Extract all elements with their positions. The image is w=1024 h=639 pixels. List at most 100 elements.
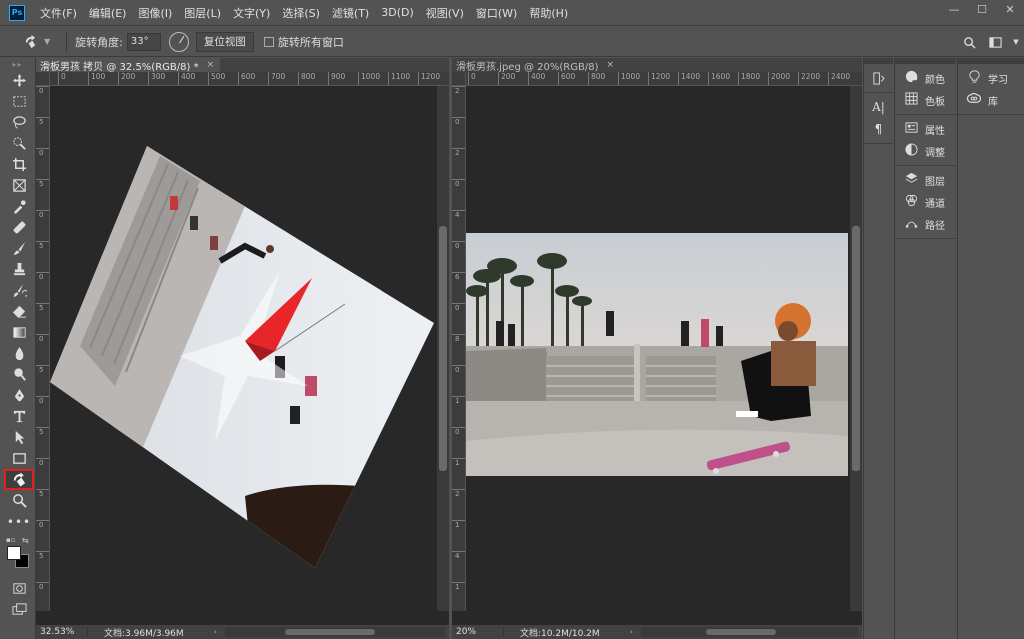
move-tool-icon[interactable] bbox=[4, 70, 34, 91]
blur-tool-icon[interactable] bbox=[4, 343, 34, 364]
panel-adjustments[interactable]: 调整 bbox=[895, 140, 956, 162]
rotation-angle-input[interactable] bbox=[126, 32, 161, 51]
chevron-down-icon[interactable]: ▼ bbox=[1008, 38, 1024, 46]
dodge-tool-icon[interactable] bbox=[4, 364, 34, 385]
chevron-right-icon[interactable]: › bbox=[214, 628, 217, 636]
menu-type[interactable]: 文字(Y) bbox=[233, 5, 270, 21]
menu-filter[interactable]: 滤镜(T) bbox=[332, 5, 369, 21]
history-brush-tool-icon[interactable] bbox=[4, 280, 34, 301]
maximize-button[interactable]: ☐ bbox=[968, 0, 996, 18]
frame-tool-icon[interactable] bbox=[4, 175, 34, 196]
swap-colors-icon[interactable]: ⇆ bbox=[22, 536, 29, 545]
tool-preset-picker[interactable] bbox=[16, 32, 44, 52]
panel-layers[interactable]: 图层 bbox=[895, 169, 956, 191]
ruler-tick: 100 bbox=[88, 72, 105, 85]
ruler-tick: 900 bbox=[328, 72, 345, 85]
rotation-dial[interactable] bbox=[168, 31, 189, 52]
default-colors-icon[interactable]: ▪▫ bbox=[6, 536, 16, 544]
scrollbar-thumb[interactable] bbox=[705, 629, 776, 635]
panel-color[interactable]: 颜色 bbox=[895, 67, 956, 89]
pen-tool-icon[interactable] bbox=[4, 385, 34, 406]
scrollbar-thumb[interactable] bbox=[284, 629, 375, 635]
paragraph-icon[interactable]: ¶ bbox=[864, 118, 893, 140]
menu-file[interactable]: 文件(F) bbox=[40, 5, 77, 21]
menu-window[interactable]: 窗口(W) bbox=[476, 5, 517, 21]
history-icon[interactable] bbox=[864, 67, 893, 89]
path-select-tool-icon[interactable] bbox=[4, 427, 34, 448]
menu-view[interactable]: 视图(V) bbox=[426, 5, 464, 21]
character-icon[interactable]: A| bbox=[864, 96, 893, 118]
healing-tool-icon[interactable] bbox=[4, 217, 34, 238]
panel-paths[interactable]: 路径 bbox=[895, 213, 956, 235]
panel-properties[interactable]: 属性 bbox=[895, 118, 956, 140]
bulb-icon bbox=[966, 70, 982, 86]
ruler-tick-label: 0 bbox=[39, 335, 44, 343]
doc-tab-2[interactable]: 滑板男孩.jpeg @ 20%(RGB/8) × bbox=[452, 58, 621, 73]
quick-select-tool-icon[interactable] bbox=[4, 133, 34, 154]
panel-libraries[interactable]: 库 bbox=[958, 89, 1024, 111]
scrollbar-thumb[interactable] bbox=[852, 226, 860, 471]
horizontal-scrollbar[interactable] bbox=[224, 627, 445, 637]
toolbar-grip[interactable]: ▸▸ bbox=[0, 58, 35, 70]
minimize-button[interactable]: — bbox=[940, 0, 968, 18]
eraser-tool-icon[interactable] bbox=[4, 301, 34, 322]
clone-stamp-tool-icon[interactable] bbox=[4, 259, 34, 280]
vertical-scrollbar[interactable] bbox=[437, 86, 449, 611]
rotate-all-windows-checkbox[interactable] bbox=[263, 36, 274, 47]
search-icon[interactable] bbox=[956, 36, 982, 49]
chevron-right-icon[interactable]: › bbox=[630, 628, 633, 636]
more-tools-icon[interactable]: ••• bbox=[4, 511, 34, 532]
zoom-tool-icon[interactable] bbox=[4, 490, 34, 511]
menu-layer[interactable]: 图层(L) bbox=[184, 5, 221, 21]
document-window-1: 滑板男孩 拷贝 @ 32.5%(RGB/8) * × 0 100 200 300 400… bbox=[36, 58, 449, 639]
ruler-tick: 0 bbox=[36, 210, 49, 241]
ruler-tick: 0 bbox=[452, 117, 465, 148]
foreground-color[interactable] bbox=[7, 546, 21, 560]
tools-panel: ▸▸ ••• ▪▫ ⇆ bbox=[0, 58, 36, 639]
panel-learn[interactable]: 学习 bbox=[958, 67, 1024, 89]
rectangle-tool-icon[interactable] bbox=[4, 448, 34, 469]
quick-mask-icon[interactable] bbox=[4, 578, 34, 599]
zoom-level[interactable]: 20% bbox=[452, 627, 504, 637]
gradient-tool-icon[interactable] bbox=[4, 322, 34, 343]
ruler-tick-label: 2 bbox=[455, 149, 460, 157]
doc-tabbar: 滑板男孩.jpeg @ 20%(RGB/8) × bbox=[452, 58, 862, 73]
lasso-tool-icon[interactable] bbox=[4, 112, 34, 133]
close-icon[interactable]: × bbox=[207, 60, 215, 70]
ruler-tick: 1100 bbox=[388, 72, 410, 85]
ruler-tick: 0 bbox=[452, 303, 465, 334]
marquee-tool-icon[interactable] bbox=[4, 91, 34, 112]
menu-help[interactable]: 帮助(H) bbox=[529, 5, 568, 21]
ruler-origin[interactable] bbox=[452, 72, 466, 86]
ruler-tick-label: 2 bbox=[455, 490, 460, 498]
canvas-area[interactable] bbox=[50, 86, 437, 611]
screen-mode-icon[interactable] bbox=[4, 599, 34, 620]
panel-swatches[interactable]: 色板 bbox=[895, 89, 956, 111]
brush-tool-icon[interactable] bbox=[4, 238, 34, 259]
chevron-down-icon[interactable]: ▼ bbox=[44, 37, 50, 46]
rotate-view-tool-icon[interactable] bbox=[4, 469, 34, 490]
doc-tab-1[interactable]: 滑板男孩 拷贝 @ 32.5%(RGB/8) * × bbox=[36, 58, 221, 73]
horizontal-scrollbar[interactable] bbox=[640, 627, 858, 637]
menu-3d[interactable]: 3D(D) bbox=[381, 6, 414, 19]
ruler-tick: 800 bbox=[298, 72, 315, 85]
scrollbar-thumb[interactable] bbox=[439, 226, 447, 471]
type-tool-icon[interactable] bbox=[4, 406, 34, 427]
eyedropper-tool-icon[interactable] bbox=[4, 196, 34, 217]
close-button[interactable]: ✕ bbox=[996, 0, 1024, 18]
menu-image[interactable]: 图像(I) bbox=[138, 5, 172, 21]
menu-select[interactable]: 选择(S) bbox=[282, 5, 320, 21]
ruler-origin[interactable] bbox=[36, 72, 50, 86]
ruler-tick: 2 bbox=[452, 148, 465, 179]
reset-view-button[interactable]: 复位视图 bbox=[195, 31, 254, 52]
vertical-scrollbar[interactable] bbox=[850, 86, 862, 611]
panel-channels[interactable]: 通道 bbox=[895, 191, 956, 213]
crop-tool-icon[interactable] bbox=[4, 154, 34, 175]
photo bbox=[466, 233, 848, 476]
zoom-level[interactable]: 32.53% bbox=[36, 627, 88, 637]
canvas-area[interactable] bbox=[466, 86, 850, 611]
close-icon[interactable]: × bbox=[606, 60, 614, 70]
workspace-icon[interactable] bbox=[982, 36, 1008, 49]
menu-edit[interactable]: 编辑(E) bbox=[89, 5, 127, 21]
panel-label: 颜色 bbox=[925, 74, 945, 86]
